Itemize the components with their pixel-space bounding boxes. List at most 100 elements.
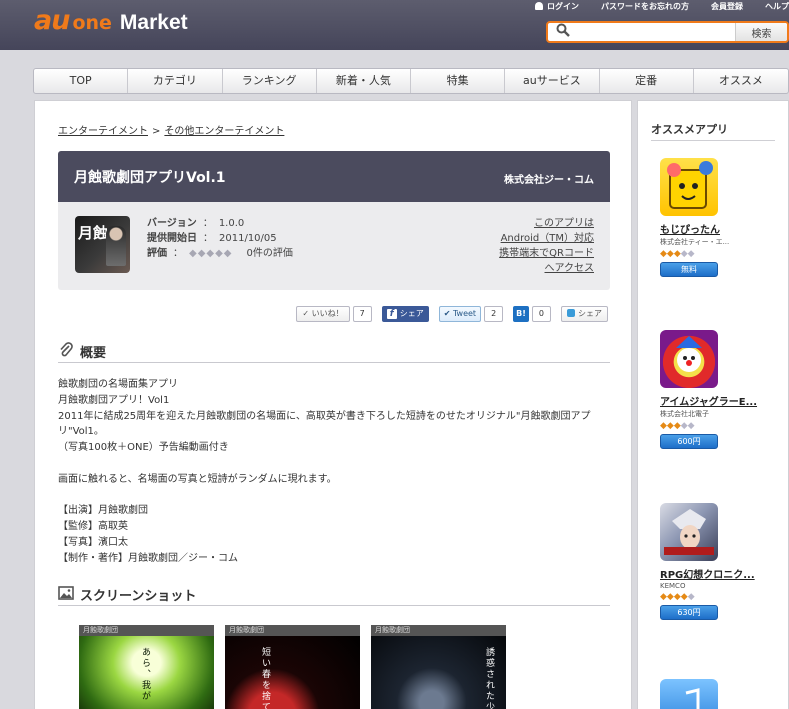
mojipittan-character-icon: [667, 161, 713, 209]
version-label: バージョン: [147, 218, 197, 229]
app-meta: バージョン ： 1.0.0 提供開始日 ： 2011/10/05 評価 ： ◆◆…: [147, 216, 293, 261]
facebook-share-button[interactable]: f シェア: [381, 306, 429, 322]
price-button[interactable]: 無料: [660, 262, 718, 277]
nav-recommended[interactable]: オススメ: [694, 69, 788, 93]
desc-line: 【監修】高取英: [58, 521, 128, 533]
login-link[interactable]: ログイン: [535, 1, 579, 12]
nav-ranking[interactable]: ランキング: [223, 69, 317, 93]
rating-stars: ◆◆◆◆◆: [189, 248, 233, 259]
screenshot-status-bar: 月蝕歌劇団: [371, 625, 506, 636]
desc-line: 【写真】濱口太: [58, 536, 128, 548]
app-header: 月蝕歌劇団アプリVol.1 株式会社ジー・コム: [58, 151, 610, 202]
nav-top[interactable]: TOP: [34, 69, 129, 93]
start-date-label: 提供開始日: [147, 233, 197, 244]
recommended-app-imjuggler[interactable]: アイムジャグラーE... 株式会社北電子 ◆◆◆◆◆ 600円: [660, 330, 785, 449]
version-value: 1.0.0: [218, 218, 245, 229]
overview-heading: 概要: [58, 341, 610, 363]
au-one-market-logo[interactable]: au one Market: [34, 6, 188, 38]
like-count: 7: [352, 306, 372, 322]
screenshots-heading: スクリーンショット: [58, 584, 610, 606]
music-note-icon: [685, 688, 700, 709]
search-button[interactable]: 検索: [735, 23, 787, 41]
screenshot-status-bar: 月蝕歌劇団: [225, 625, 360, 636]
screenshot-poem: 短い春を捨てま: [260, 647, 270, 709]
rating-count: 0件の評価: [246, 248, 293, 259]
overview-description: 蝕歌劇団の名場面集アプリ 月蝕歌劇団アプリ！Vol1 2011年に結成25周年を…: [58, 377, 618, 567]
recommended-app-rating: ◆◆◆◆◆: [660, 249, 695, 259]
recommended-app-rpg[interactable]: RPG幻想クロニク... KEMCO ◆◆◆◆◆ 630円: [660, 503, 785, 620]
rating-label: 評価: [147, 248, 167, 259]
hatena-bookmark-button[interactable]: B!: [513, 306, 529, 322]
nav-category[interactable]: カテゴリ: [128, 69, 223, 93]
price-button[interactable]: 600円: [660, 434, 718, 449]
recommended-app-music[interactable]: [660, 679, 785, 709]
twitter-bird-icon: ✔: [443, 309, 451, 318]
desc-line: 【制作・著作】月蝕歌劇団／ジー・コム: [58, 552, 238, 564]
register-link[interactable]: 会員登録: [711, 1, 743, 12]
forgot-password-link[interactable]: パスワードをお忘れの方: [601, 1, 689, 12]
sidebar-title: オススメアプリ: [651, 123, 728, 136]
recommended-app-mojipittan[interactable]: もじぴったん 株式会社ティー・エ... ◆◆◆◆◆ 無料: [660, 158, 785, 277]
screenshot-poem: 誘惑された少: [484, 647, 494, 709]
desc-line: 2011年に結成25周年を迎えた月蝕歌劇団の名場面に、高取英が書き下ろした短詩を…: [58, 410, 591, 438]
music-app-thumbnail[interactable]: [660, 679, 718, 709]
desc-line: （写真100枚＋ONE）予告編動画付き: [58, 442, 229, 454]
desc-line: [58, 488, 618, 504]
hatena-count: 0: [531, 306, 551, 322]
recommended-sidebar: オススメアプリ もじぴったん 株式会社ティー・エ... ◆◆◆◆◆ 無料 アイム…: [637, 100, 789, 709]
search-input[interactable]: [578, 24, 735, 40]
price-button[interactable]: 630円: [660, 605, 718, 620]
app-icon-text: 月蝕: [78, 224, 109, 242]
app-publisher[interactable]: 株式会社ジー・コム: [504, 171, 594, 186]
breadcrumb: エンターテイメント > その他エンターテイメント: [58, 122, 284, 137]
desc-line: 月蝕歌劇団アプリ！Vol1: [58, 394, 170, 406]
app-title: 月蝕歌劇団アプリVol.1: [74, 170, 226, 186]
screenshot-2[interactable]: 月蝕歌劇団 短い春を捨てま: [225, 625, 360, 709]
nav-new-popular[interactable]: 新着・人気: [317, 69, 411, 93]
breadcrumb-parent[interactable]: エンターテイメント: [58, 126, 148, 137]
nav-standard[interactable]: 定番: [600, 69, 694, 93]
header: au one Market ログイン パスワードをお忘れの方 会員登録 ヘルプ …: [0, 0, 789, 50]
screenshot-3[interactable]: 月蝕歌劇団 誘惑された少: [371, 625, 506, 709]
main-content: エンターテイメント > その他エンターテイメント 月蝕歌劇団アプリVol.1 株式会…: [34, 100, 632, 709]
rpg-thumbnail[interactable]: [660, 503, 718, 561]
share-icon: [567, 309, 575, 317]
user-icon: [535, 1, 543, 10]
help-link[interactable]: ヘルプ: [765, 1, 789, 12]
recommended-app-maker: 株式会社北電子: [660, 410, 709, 418]
app-icon-figure: [106, 226, 126, 266]
logo-one: one: [72, 12, 112, 34]
share-button[interactable]: シェア: [561, 306, 608, 322]
nav-au-service[interactable]: auサービス: [505, 69, 600, 93]
tweet-button[interactable]: ✔ Tweet: [438, 306, 482, 322]
desc-line: 画面に触れると、名場面の写真と短詩がランダムに現れます。: [58, 473, 337, 485]
version-row: バージョン ： 1.0.0: [147, 218, 245, 229]
desc-line: 蝕歌劇団の名場面集アプリ: [58, 379, 178, 390]
search-box: 検索: [546, 21, 789, 43]
recommended-app-maker: KEMCO: [660, 582, 686, 590]
imjuggler-thumbnail[interactable]: [660, 330, 718, 388]
image-icon: [58, 585, 74, 604]
recommended-app-name[interactable]: RPG幻想クロニク...: [660, 566, 785, 581]
recommended-app-rating: ◆◆◆◆◆: [660, 421, 695, 431]
breadcrumb-current[interactable]: その他エンターテイメント: [164, 126, 284, 137]
screenshot-image: [225, 636, 360, 709]
nav-feature[interactable]: 特集: [411, 69, 506, 93]
breadcrumb-separator: >: [152, 126, 161, 137]
start-date-value: 2011/10/05: [219, 233, 277, 244]
facebook-icon: f: [386, 309, 397, 319]
global-nav: TOP カテゴリ ランキング 新着・人気 特集 auサービス 定番 オススメ: [33, 68, 789, 94]
sidebar-divider: [651, 140, 775, 141]
top-links: ログイン パスワードをお忘れの方 会員登録 ヘルプ: [513, 0, 789, 12]
app-icon: 月蝕: [75, 216, 130, 273]
like-button[interactable]: ✓ いいね！: [296, 306, 350, 322]
recommended-app-name[interactable]: アイムジャグラーE...: [660, 393, 785, 408]
qr-code-link[interactable]: このアプリは Android（TM）対応 携帯端末でQRコードへアクセス: [494, 216, 594, 276]
logo-au: au: [34, 5, 70, 36]
mojipittan-thumbnail[interactable]: [660, 158, 718, 216]
desc-line: [58, 456, 618, 472]
rating-row: 評価 ： ◆◆◆◆◆ 0件の評価: [147, 248, 293, 259]
screenshot-1[interactable]: 月蝕歌劇団 あら、我が: [79, 625, 214, 709]
recommended-app-name[interactable]: もじぴったん: [660, 221, 785, 236]
rpg-character-icon: [664, 509, 714, 555]
